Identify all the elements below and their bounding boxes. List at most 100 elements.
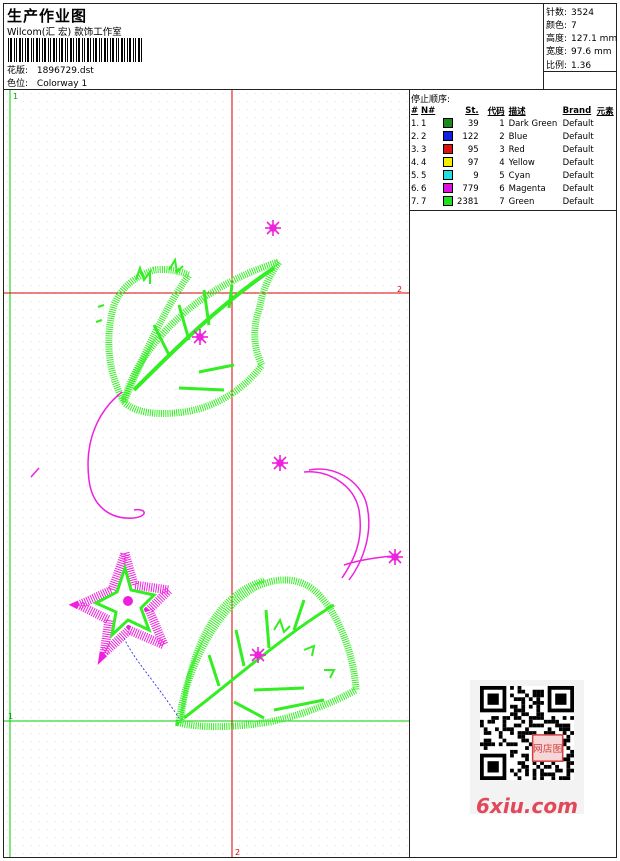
canvas-background: [4, 90, 409, 857]
stat-width: 宽度: 97.6 mm: [546, 44, 611, 57]
sequence-bottom-rule: [409, 210, 616, 211]
row-brand: Default: [562, 131, 594, 142]
row-description: Blue: [508, 131, 528, 142]
row-stitches: 39: [467, 118, 479, 129]
guide-green-bottom-label: 1: [8, 712, 13, 721]
stat-scale-value: 1.36: [571, 61, 592, 71]
col-header-description: 描述: [508, 106, 526, 117]
stat-width-value: 97.6 mm: [571, 47, 612, 57]
stat-stitches: 针数: 3524: [546, 5, 594, 18]
colorway-label: 色位:: [7, 79, 29, 89]
design-file-value: 1896729.dst: [36, 66, 94, 76]
barcode-image: [8, 38, 142, 62]
row-stitches: 95: [467, 144, 479, 155]
stat-stitches-label: 针数:: [546, 8, 568, 18]
page-title: 生产作业图: [7, 7, 88, 25]
guide-green-left-label: 1: [13, 92, 18, 101]
row-code: 7: [499, 196, 505, 207]
stat-height-label: 高度:: [546, 34, 568, 44]
row-description: Cyan: [508, 170, 531, 181]
color-swatch: [443, 157, 453, 168]
colorway-row: 色位: Colorway 1: [7, 76, 87, 89]
company-name: Wilcom(汇 宏) 款饰工作室: [7, 27, 122, 38]
row-element: [597, 130, 616, 143]
row-needle: 2: [421, 131, 427, 142]
stat-colors: 颜色: 7: [546, 18, 577, 31]
guide-red-horizontal-label: 2: [397, 285, 402, 294]
row-element: [597, 182, 616, 195]
row-description: Red: [508, 144, 525, 155]
row-code: 3: [499, 144, 505, 155]
sequence-row: 4. 4 97 4 Yellow Default: [411, 156, 616, 169]
col-header-code: 代码: [487, 106, 505, 117]
row-swatch: [443, 143, 457, 156]
row-index: 7.: [411, 196, 420, 207]
color-swatch: [443, 118, 453, 129]
row-code: 2: [499, 131, 505, 142]
row-index: 5.: [411, 170, 420, 181]
row-description: Magenta: [508, 183, 546, 194]
row-element: [597, 143, 616, 156]
qr-code-image: 网店图: [480, 686, 574, 780]
row-brand: Default: [562, 170, 594, 181]
stat-height-value: 127.1 mm: [571, 34, 618, 44]
design-file-row: 花版: 1896729.dst: [7, 63, 94, 76]
sequence-row: 1. 1 39 1 Dark Green Default: [411, 117, 616, 130]
row-element: [597, 117, 616, 130]
row-description: Green: [508, 196, 535, 207]
row-stitches: 97: [467, 157, 479, 168]
color-swatch: [443, 196, 453, 207]
row-needle: 4: [421, 157, 427, 168]
row-stitches: 122: [462, 131, 479, 142]
row-element: [597, 156, 616, 169]
row-brand: Default: [562, 144, 594, 155]
embroidery-canvas: 1 1 2 2: [4, 90, 409, 857]
stat-colors-label: 颜色:: [546, 21, 568, 31]
row-needle: 1: [421, 118, 427, 129]
stat-scale-label: 比例:: [546, 61, 568, 71]
row-brand: Default: [562, 118, 594, 129]
guide-red-vertical-label: 2: [235, 848, 240, 857]
row-code: 6: [499, 183, 505, 194]
row-swatch: [443, 130, 457, 143]
color-swatch: [443, 170, 453, 181]
row-description: Dark Green: [508, 118, 558, 129]
row-element: [597, 169, 616, 182]
panel-divider: [409, 89, 410, 857]
row-description: Yellow: [508, 157, 535, 168]
row-needle: 3: [421, 144, 427, 155]
col-header-stitches: St.: [465, 105, 479, 116]
row-code: 4: [499, 157, 505, 168]
row-needle: 7: [421, 196, 427, 207]
row-brand: Default: [562, 183, 594, 194]
color-swatch: [443, 131, 453, 142]
row-swatch: [443, 169, 457, 182]
row-swatch: [443, 182, 457, 195]
stat-scale: 比例: 1.36: [546, 58, 591, 71]
col-header-index: #: [411, 105, 419, 116]
production-sheet: 生产作业图 Wilcom(汇 宏) 款饰工作室 花版: 1896729.dst …: [3, 3, 617, 858]
colorway-value: Colorway 1: [36, 79, 88, 89]
row-brand: Default: [562, 157, 594, 168]
row-swatch: [443, 117, 457, 130]
stat-stitches-value: 3524: [571, 8, 594, 18]
stat-width-label: 宽度:: [546, 47, 568, 57]
row-needle: 5: [421, 170, 427, 181]
col-header-element: 元素: [596, 106, 614, 117]
row-index: 2.: [411, 131, 420, 142]
watermark-text: 6xiu.com: [476, 794, 578, 818]
row-code: 1: [499, 118, 505, 129]
sequence-row: 3. 3 95 3 Red Default: [411, 143, 616, 156]
sequence-row: 7. 7 2381 7 Green Default: [411, 195, 616, 208]
row-swatch: [443, 195, 457, 208]
col-header-swatch: [443, 104, 457, 117]
row-index: 3.: [411, 144, 420, 155]
stats-divider: [543, 4, 544, 89]
sequence-row: 6. 6 779 6 Magenta Default: [411, 182, 616, 195]
sequence-row: 5. 5 9 5 Cyan Default: [411, 169, 616, 182]
row-index: 1.: [411, 118, 420, 129]
color-swatch: [443, 144, 453, 155]
row-swatch: [443, 156, 457, 169]
stats-bottom-rule: [543, 71, 616, 72]
row-brand: Default: [562, 196, 594, 207]
